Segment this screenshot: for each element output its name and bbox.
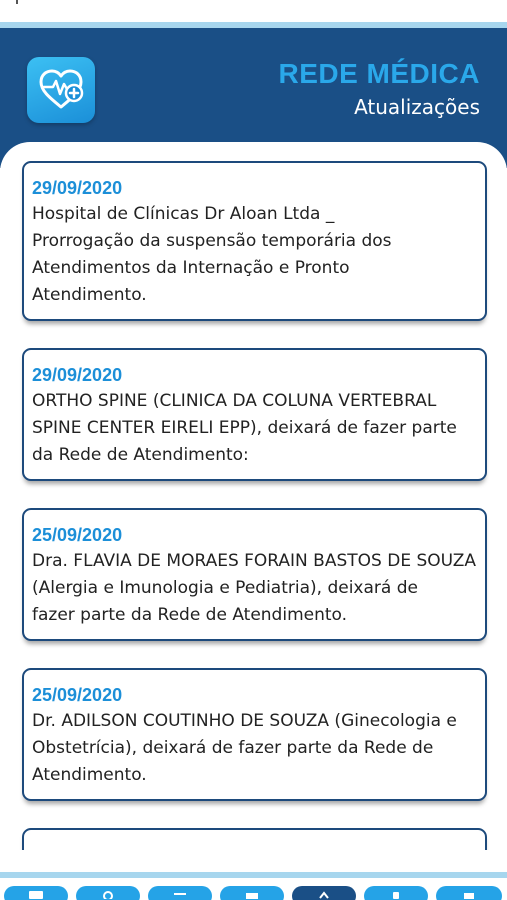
update-card[interactable]: 25/09/2020 Dra. FLAVIA DE MORAES FORAIN … [22, 508, 487, 641]
list-icon [174, 893, 186, 895]
update-card[interactable]: 25/09/2020 Dr. ADILSON COUTINHO DE SOUZA… [22, 668, 487, 801]
heart-pulse-plus-icon [27, 57, 95, 123]
update-line: ORTHO SPINE (CLINICA DA COLUNA VERTEBRAL [32, 391, 437, 411]
update-card-partial[interactable] [22, 828, 487, 850]
update-line: SPINE CENTER EIRELI EPP), deixará de faz… [32, 418, 457, 438]
tab-calendar[interactable] [220, 886, 284, 900]
update-line: Obstetrícia), deixará de fazer parte da … [32, 738, 434, 758]
search-icon [103, 891, 113, 899]
update-date: 29/09/2020 [32, 178, 123, 198]
tab-card[interactable] [4, 886, 68, 900]
update-line: Atendimento. [32, 285, 147, 305]
update-date: 29/09/2020 [32, 365, 123, 385]
update-line: da Rede de Atendimento: [32, 445, 249, 465]
tab-phone[interactable] [364, 886, 428, 900]
phone-icon [393, 892, 399, 899]
update-line: Atendimento. [32, 765, 147, 785]
tab-search[interactable] [76, 886, 140, 900]
update-line: Dr. ADILSON COUTINHO DE SOUZA (Ginecolog… [32, 711, 457, 731]
update-card[interactable]: 29/09/2020 ORTHO SPINE (CLINICA DA COLUN… [22, 348, 487, 481]
card-icon [29, 891, 43, 899]
update-text: Hospital de Clínicas Dr Aloan Ltda _ Pro… [32, 201, 477, 309]
app-title: REDE MÉDICA [278, 58, 480, 89]
tab-menu[interactable] [436, 886, 502, 900]
update-card[interactable]: 29/09/2020 Hospital de Clínicas Dr Aloan… [22, 161, 487, 321]
page-subtitle: Atualizações [354, 95, 480, 119]
update-line: Atendimentos da Internação e Pronto [32, 258, 350, 278]
update-text: ORTHO SPINE (CLINICA DA COLUNA VERTEBRAL… [32, 388, 477, 469]
updates-list[interactable]: 29/09/2020 Hospital de Clínicas Dr Aloan… [0, 142, 507, 850]
update-line: Dra. FLAVIA DE MORAES FORAIN BASTOS DE S… [32, 551, 477, 571]
update-text: Dra. FLAVIA DE MORAES FORAIN BASTOS DE S… [32, 548, 477, 629]
tab-updates[interactable] [292, 886, 356, 900]
update-line: Hospital de Clínicas Dr Aloan Ltda _ [32, 204, 335, 224]
tab-list[interactable] [148, 886, 212, 900]
update-line: fazer parte da Rede de Atendimento. [32, 605, 348, 625]
update-line: Prorrogação da suspensão temporária dos [32, 231, 392, 251]
status-bar [0, 0, 507, 24]
calendar-icon [246, 893, 258, 899]
screen: REDE MÉDICA Atualizações 29/09/2020 Hosp… [0, 0, 507, 900]
bottom-tab-bar [0, 878, 507, 900]
updates-icon [319, 891, 329, 899]
menu-icon [464, 893, 474, 899]
update-line: (Alergia e Imunologia e Pediatria), deix… [32, 578, 418, 598]
update-date: 25/09/2020 [32, 525, 123, 545]
status-mark [16, 0, 18, 4]
update-text: Dr. ADILSON COUTINHO DE SOUZA (Ginecolog… [32, 708, 477, 789]
update-date: 25/09/2020 [32, 685, 123, 705]
